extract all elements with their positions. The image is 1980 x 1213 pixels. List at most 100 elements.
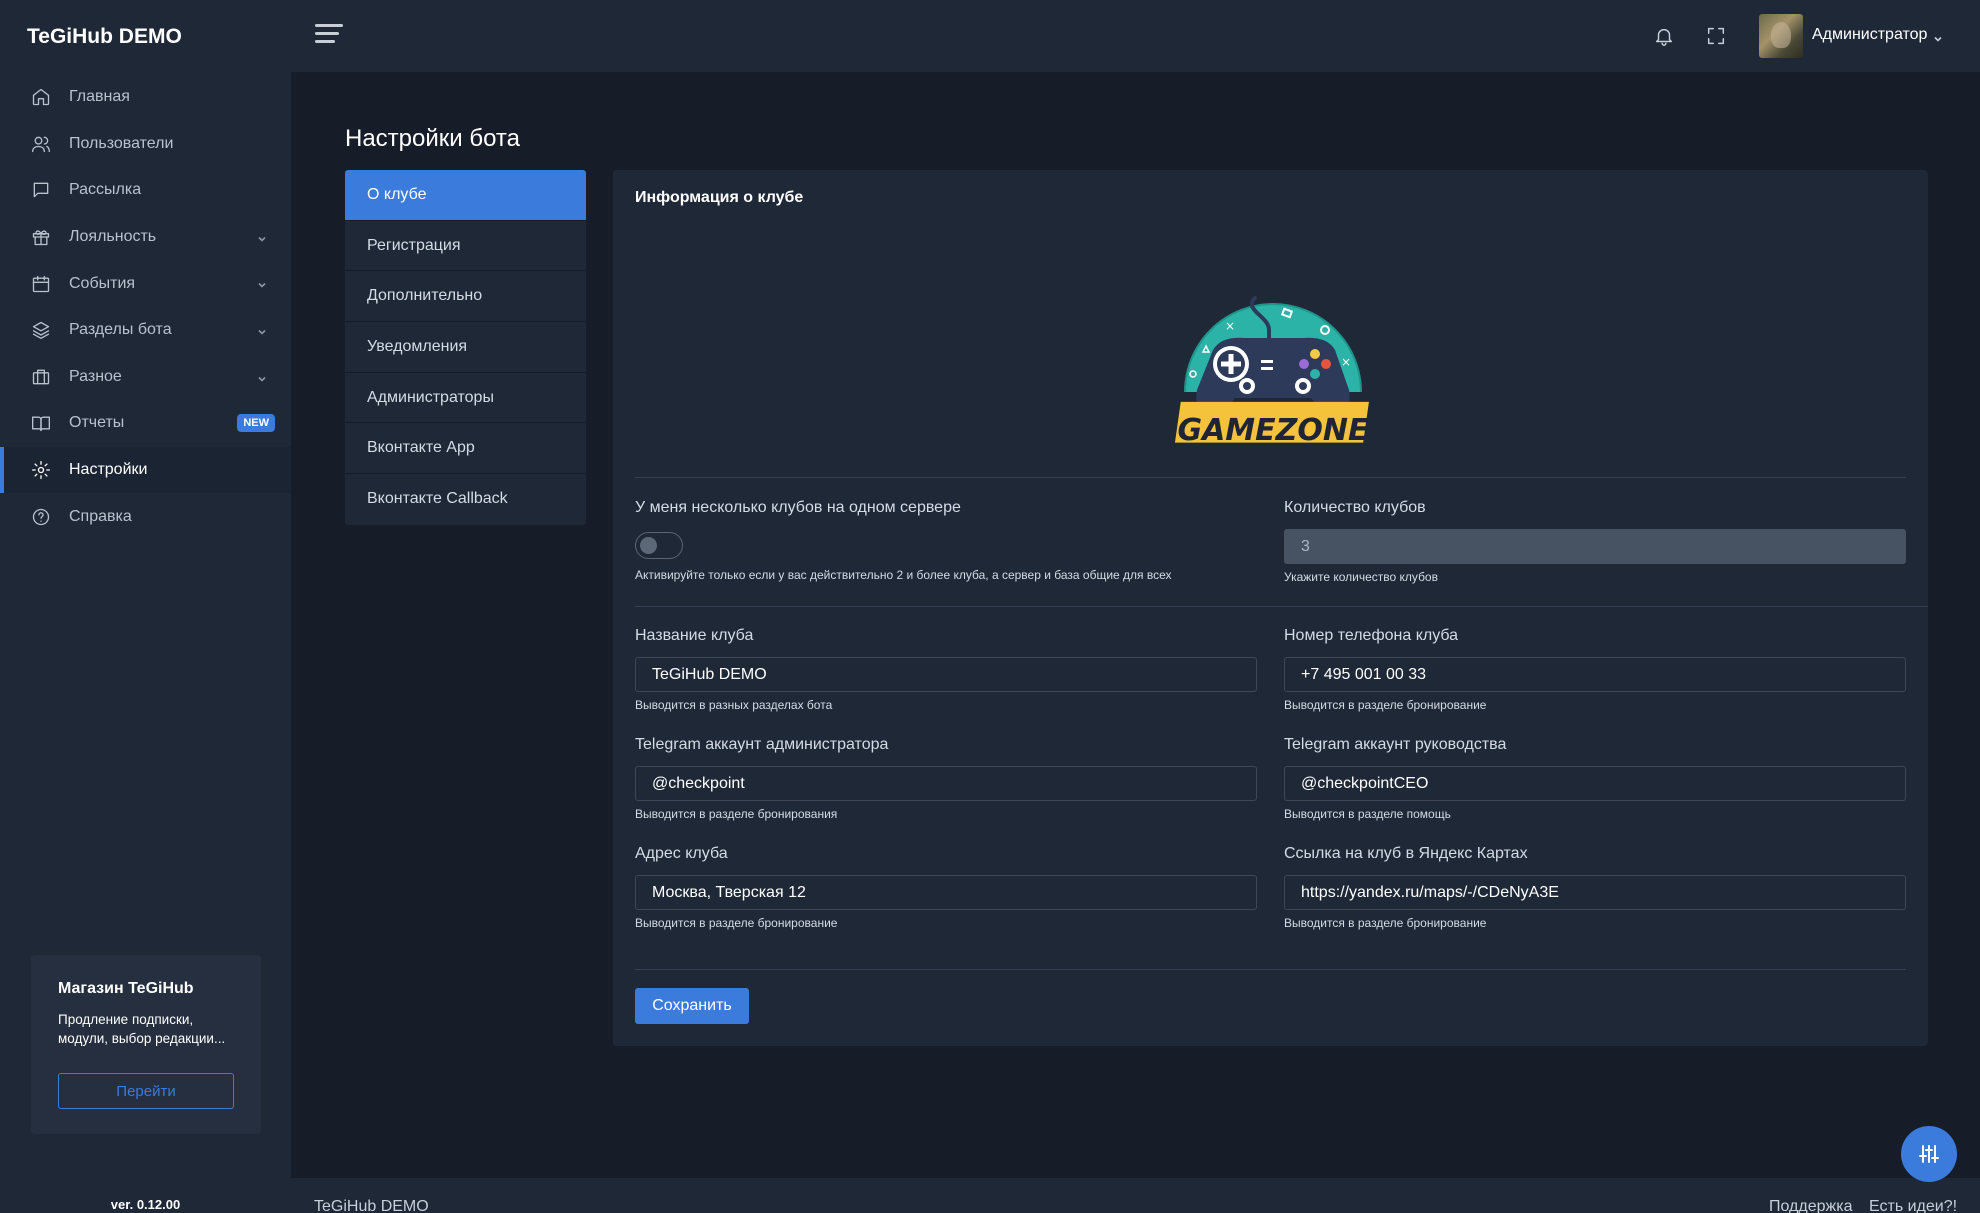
footer-ideas-link[interactable]: Есть идеи?!: [1869, 1198, 1957, 1213]
sidebar-item-label: Лояльность: [69, 228, 157, 246]
yandex-link-label: Ссылка на клуб в Яндекс Картах: [1284, 845, 1528, 862]
message-icon: [31, 180, 51, 200]
sidebar-item-events[interactable]: События: [0, 260, 291, 307]
multi-club-toggle[interactable]: [635, 532, 683, 559]
sidebar-item-misc[interactable]: Разное: [0, 354, 291, 401]
sidebar-item-settings[interactable]: Настройки: [0, 446, 291, 494]
mgmt-telegram-input[interactable]: [1284, 766, 1906, 801]
shop-text: Продление подписки, модули, выбор редакц…: [58, 1012, 226, 1046]
fullscreen-icon[interactable]: [1705, 25, 1727, 47]
tab-notifications[interactable]: Уведомления: [345, 322, 586, 373]
topbar: Администратор: [291, 0, 1980, 72]
chevron-down-icon: [257, 324, 267, 335]
sidebar-item-label: Отчеты: [69, 414, 125, 432]
admin-telegram-input[interactable]: [635, 766, 1257, 801]
address-hint: Выводится в разделе бронирование: [635, 916, 838, 930]
sidebar-item-label: Пользователи: [69, 134, 174, 152]
admin-telegram-label: Telegram аккаунт администратора: [635, 736, 889, 753]
tab-additional[interactable]: Дополнительно: [345, 271, 586, 323]
sidebar-item-mailing[interactable]: Рассылка: [0, 167, 291, 214]
divider: [635, 477, 1906, 478]
mgmt-telegram-label: Telegram аккаунт руководства: [1284, 736, 1507, 753]
admin-telegram-hint: Выводится в разделе бронирования: [635, 807, 838, 821]
sidebar-item-home[interactable]: Главная: [0, 74, 291, 121]
sidebar-item-label: Разделы бота: [69, 321, 172, 339]
sidebar-nav: Главная Пользователи Рассылка Лояльность…: [0, 74, 291, 540]
user-name[interactable]: Администратор: [1812, 26, 1927, 44]
svg-text:×: ×: [1225, 319, 1235, 333]
club-name-hint: Выводится в разных разделах бота: [635, 698, 833, 712]
club-count-hint: Укажите количество клубов: [1284, 570, 1438, 584]
shop-card: Магазин TeGiHub Продление подписки, моду…: [31, 955, 261, 1134]
yandex-link-hint: Выводится в разделе бронирование: [1284, 916, 1487, 930]
logo-text: GAMEZONE: [1177, 413, 1369, 448]
gamezone-logo: × × GAMEZONE: [1174, 296, 1369, 448]
save-button[interactable]: Сохранить: [635, 988, 749, 1024]
briefcase-icon: [31, 367, 51, 387]
chevron-down-icon: [257, 371, 267, 382]
sidebar-item-loyalty[interactable]: Лояльность: [0, 214, 291, 261]
sidebar-item-label: Главная: [69, 88, 130, 106]
chevron-down-icon: [257, 231, 267, 242]
tab-vk-callback[interactable]: Вконтакте Callback: [345, 474, 586, 525]
version-label: ver. 0.12.00: [110, 1197, 181, 1212]
club-count-input: [1284, 529, 1906, 564]
new-badge: NEW: [237, 414, 275, 433]
multi-club-label: У меня несколько клубов на одном сервере: [635, 499, 961, 516]
toggle-knob: [640, 537, 657, 554]
footer-brand: TeGiHub DEMO: [314, 1198, 429, 1213]
sidebar-item-reports[interactable]: Отчеты NEW: [0, 400, 291, 447]
sidebar-item-users[interactable]: Пользователи: [0, 121, 291, 168]
tab-registration[interactable]: Регистрация: [345, 221, 586, 272]
menu-toggle-icon[interactable]: [315, 24, 343, 46]
multi-club-hint: Активируйте только если у вас действител…: [635, 568, 1172, 582]
sidebar-item-label: События: [69, 274, 136, 292]
sidebar-item-bot-sections[interactable]: Разделы бота: [0, 307, 291, 354]
help-icon: [31, 507, 51, 527]
divider: [635, 606, 1928, 607]
sidebar-item-label: Настройки: [69, 461, 148, 479]
users-icon: [31, 134, 51, 154]
sidebar-item-label: Рассылка: [69, 181, 142, 199]
tab-administrators[interactable]: Администраторы: [345, 373, 586, 424]
address-label: Адрес клуба: [635, 845, 728, 862]
bell-icon[interactable]: [1653, 25, 1675, 47]
mgmt-telegram-hint: Выводится в разделе помощь: [1284, 807, 1451, 821]
brand-title: TeGiHub DEMO: [27, 25, 182, 48]
page-title: Настройки бота: [345, 125, 520, 152]
home-icon: [31, 87, 51, 107]
club-info-card: Информация о клубе × × GAMEZONE У меня н…: [613, 170, 1928, 1046]
svg-text:×: ×: [1341, 355, 1351, 369]
gift-icon: [31, 227, 51, 247]
club-name-label: Название клуба: [635, 627, 754, 644]
gear-icon: [31, 460, 51, 480]
customizer-button[interactable]: [1901, 1126, 1957, 1182]
chevron-down-icon: [257, 277, 267, 289]
yandex-link-input[interactable]: [1284, 875, 1906, 910]
sidebar-item-label: Справка: [69, 507, 132, 525]
divider: [635, 969, 1906, 970]
footer-support-link[interactable]: Поддержка: [1769, 1198, 1852, 1213]
footer: TeGiHub DEMO Поддержка Есть идеи?!: [291, 1178, 1980, 1213]
tab-vk-app[interactable]: Вконтакте App: [345, 423, 586, 475]
tab-about-club[interactable]: О клубе: [345, 170, 586, 221]
avatar[interactable]: [1759, 14, 1803, 58]
sidebar: TeGiHub DEMO Главная Пользователи Рассыл…: [0, 0, 291, 1213]
sidebar-item-label: Разное: [69, 367, 122, 385]
club-name-input[interactable]: [635, 657, 1257, 692]
sliders-icon: [1919, 1145, 1939, 1163]
club-count-label: Количество клубов: [1284, 499, 1426, 516]
club-phone-label: Номер телефона клуба: [1284, 627, 1459, 644]
calendar-icon: [31, 274, 51, 294]
club-phone-input[interactable]: [1284, 657, 1906, 692]
chevron-down-icon[interactable]: [1933, 31, 1943, 42]
club-phone-hint: Выводится в разделе бронирование: [1284, 698, 1487, 712]
card-title: Информация о клубе: [635, 189, 804, 206]
settings-tabs: О клубе Регистрация Дополнительно Уведом…: [345, 170, 586, 525]
sidebar-item-help[interactable]: Справка: [0, 493, 291, 540]
shop-go-button[interactable]: Перейти: [58, 1073, 234, 1109]
layers-icon: [31, 320, 51, 340]
book-icon: [31, 413, 51, 433]
shop-title: Магазин TeGiHub: [58, 980, 194, 997]
address-input[interactable]: [635, 875, 1257, 910]
